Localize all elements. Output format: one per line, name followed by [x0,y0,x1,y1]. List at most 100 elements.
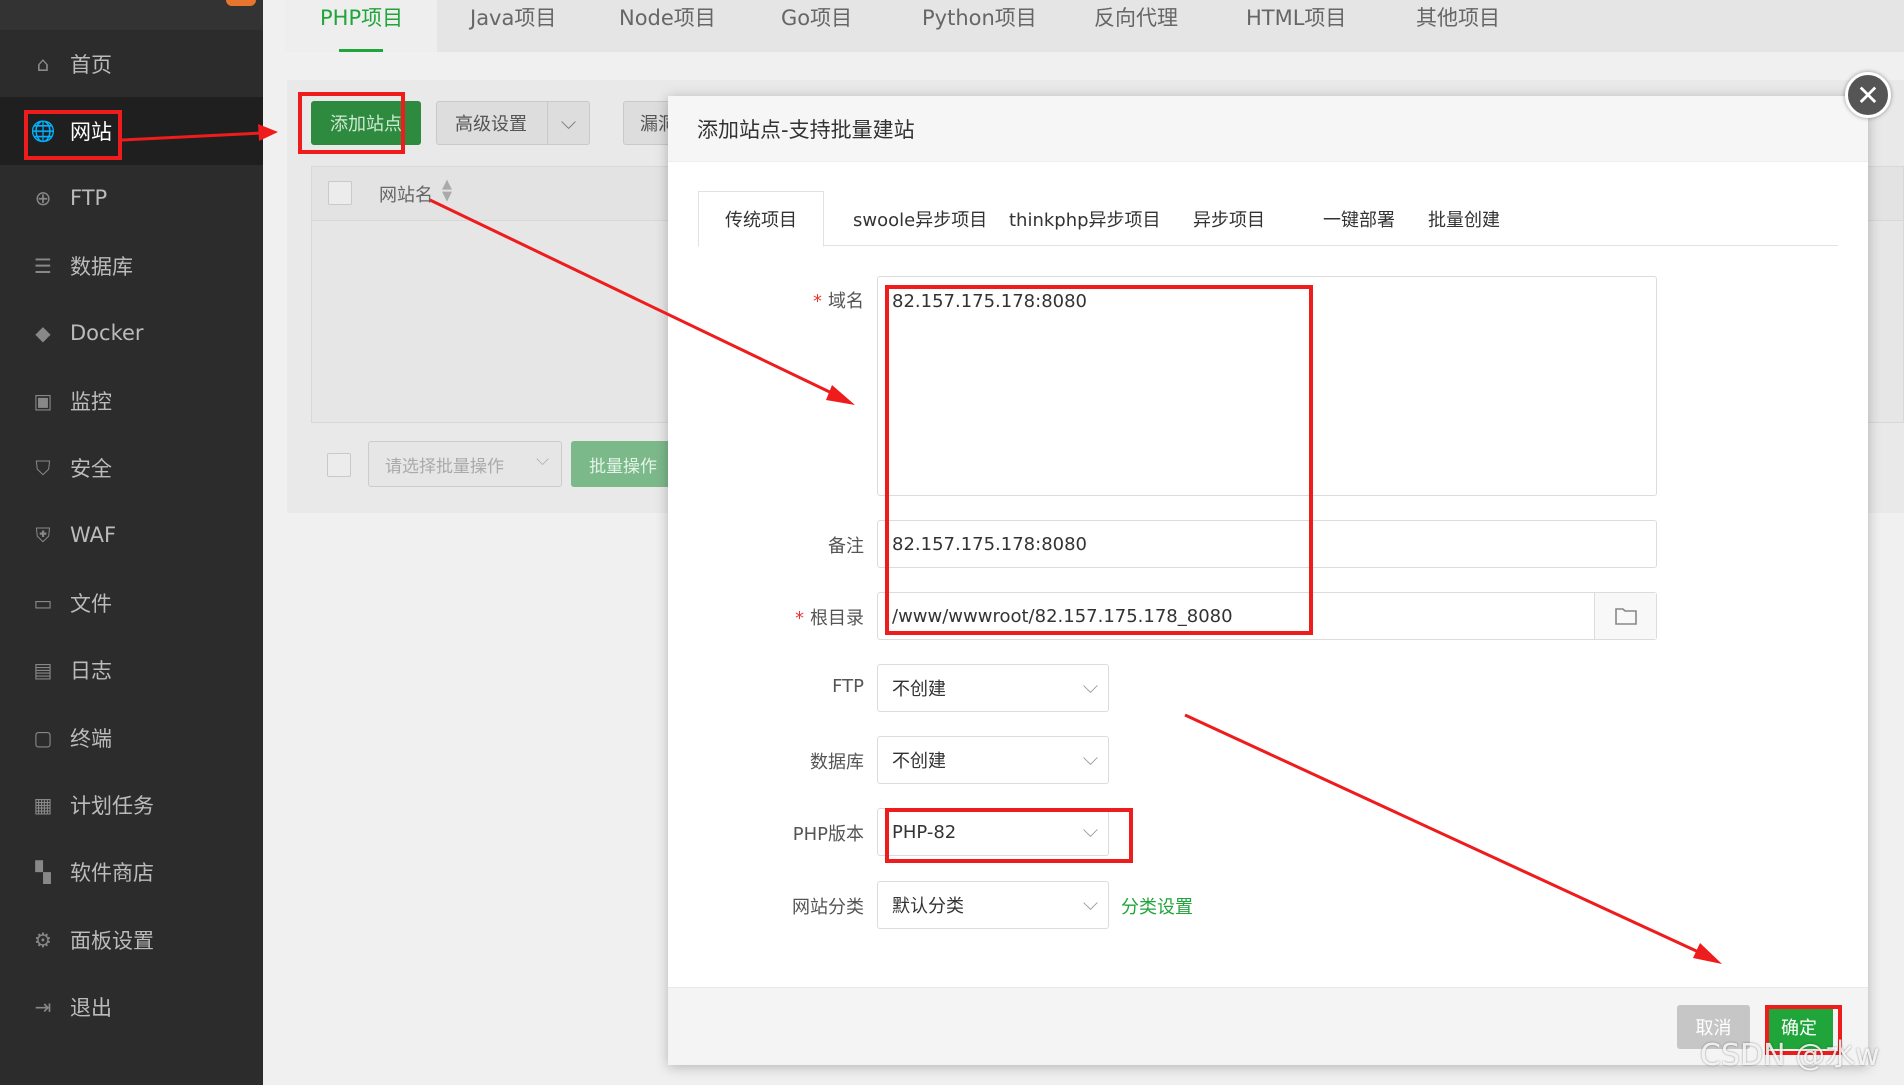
tab-label: PHP项目 [320,6,404,30]
shield-icon: ⛉ [35,456,51,481]
sidebar-item-label: 计划任务 [70,793,154,818]
sidebar-item-apps[interactable]: ▚ 软件商店 [0,839,263,906]
dialog-tab-4[interactable]: 一键部署 [1323,191,1395,246]
ftp-label: FTP [832,676,864,697]
domain-label: * 域名 [813,291,864,312]
home-icon: ⌂ [36,51,50,76]
sidebar-item-logout[interactable]: ⇥ 退出 [0,973,263,1040]
ftp-select[interactable]: 不创建 ⌵ [877,664,1109,712]
sidebar-menu: ⌂ 首页 🌐 网站 ⊕ FTP ☰ 数据库 ◆ Docker ▣ 监控 ⛉ 安全 ⛨ WAF ▭ 文件 ▤ 日志 ▢ 终端… [0,30,263,1041]
sidebar-item-label: 安全 [70,457,112,482]
database-value: 不创建 [892,751,946,772]
apps-icon: ▚ [35,860,51,885]
logout-icon: ⇥ [34,995,52,1020]
sidebar-item-label: 文件 [70,591,112,616]
sidebar-item-label: FTP [70,186,108,211]
tab-6[interactable]: HTML项目 [1246,0,1346,52]
chevron-down-icon: ⌵ [1082,674,1098,698]
tab-label: Python项目 [922,6,1037,30]
docker-icon: ◆ [35,321,51,346]
sidebar-item-label: 首页 [70,52,112,77]
advanced-settings-dropdown[interactable]: 高级设置 ⌵ [436,101,590,145]
monitor-icon: ▣ [33,388,53,413]
sidebar-item-shield[interactable]: ⛉ 安全 [0,434,263,501]
dialog-tab-5[interactable]: 批量创建 [1428,191,1500,246]
category-value: 默认分类 [892,896,964,917]
root-dir-label: * 根目录 [795,608,864,629]
close-icon[interactable]: ✕ [1845,72,1891,118]
sidebar-item-ftp[interactable]: ⊕ FTP [0,165,263,232]
annotation-box-fields [885,285,1313,635]
folder-icon: ▭ [33,590,53,615]
vulnerability-scan-button[interactable]: 漏洞扫描 [623,101,673,145]
dialog-tab-0[interactable]: 传统项目 [698,191,824,247]
tab-2[interactable]: Node项目 [619,0,716,52]
dialog-footer: 取消 确定 [668,987,1868,1065]
tab-7[interactable]: 其他项目 [1416,0,1500,52]
dialog-tabs: 传统项目 swoole异步项目 thinkphp异步项目 异步项目 一键部署 批量创建 [698,191,1838,247]
sidebar-item-label: WAF [70,523,117,548]
bulk-select-checkbox[interactable] [327,453,351,477]
dialog-tab-2[interactable]: thinkphp异步项目 [1009,191,1161,246]
dialog-tab-3[interactable]: 异步项目 [1193,191,1265,246]
folder-icon[interactable] [1594,593,1656,639]
chevron-down-icon: ⌵ [561,110,577,134]
sidebar-item-calendar[interactable]: ▦ 计划任务 [0,771,263,838]
tab-label: Java项目 [470,6,557,30]
chevron-down-icon: ⌵ [1082,746,1098,770]
sidebar-item-docker[interactable]: ◆ Docker [0,300,263,367]
sidebar-item-label: 数据库 [70,254,133,279]
annotation-box-website [24,110,122,160]
bulk-action-placeholder: 请选择批量操作 [385,456,504,477]
chevron-down-icon: ⌵ [1082,891,1098,915]
tab-5[interactable]: 反向代理 [1094,0,1178,52]
database-label: 数据库 [810,752,864,773]
category-select[interactable]: 默认分类 ⌵ [877,881,1109,929]
sidebar-item-folder[interactable]: ▭ 文件 [0,569,263,636]
dialog-tab-1[interactable]: swoole异步项目 [853,191,987,246]
sidebar-item-label: 面板设置 [70,928,154,953]
sidebar-item-label: 监控 [70,389,112,414]
sidebar-item-terminal[interactable]: ▢ 终端 [0,704,263,771]
sidebar-item-label: 终端 [70,726,112,751]
tab-label: Go项目 [781,6,853,30]
tab-label: Node项目 [619,6,716,30]
database-icon: ☰ [34,253,52,278]
logo-badge [226,0,256,6]
tab-1[interactable]: Java项目 [470,0,556,52]
waf-icon: ⛨ [35,523,51,548]
ftp-value: 不创建 [892,679,946,700]
sidebar-item-waf[interactable]: ⛨ WAF [0,502,263,569]
bulk-action-button[interactable]: 批量操作 [571,441,671,487]
advanced-settings-label: 高级设置 [455,114,527,135]
category-settings-link[interactable]: 分类设置 [1121,893,1193,919]
sidebar-item-home[interactable]: ⌂ 首页 [0,30,263,97]
select-all-checkbox[interactable] [328,181,352,205]
bulk-action-select[interactable]: 请选择批量操作 ⌵ [368,441,562,487]
sidebar-item-gear[interactable]: ⚙ 面板设置 [0,906,263,973]
sidebar-item-label: Docker [70,321,144,346]
sidebar-item-label: 退出 [70,996,112,1021]
column-site-name[interactable]: 网站名 [379,181,433,207]
tab-3[interactable]: Go项目 [781,0,852,52]
database-select[interactable]: 不创建 ⌵ [877,736,1109,784]
tab-0[interactable]: PHP项目 [285,0,437,52]
sort-icon[interactable]: ▲ ▼ [442,178,452,203]
tab-4[interactable]: Python项目 [922,0,1037,52]
log-icon: ▤ [33,658,53,683]
project-type-tabs: PHP项目 Java项目 Node项目 Go项目 Python项目 反向代理 HTML项目 其… [285,0,1904,52]
sidebar-item-database[interactable]: ☰ 数据库 [0,232,263,299]
dialog-title: 添加站点-支持批量建站 [668,96,1868,162]
gear-icon: ⚙ [34,927,52,952]
calendar-icon: ▦ [33,792,53,817]
tab-label: 反向代理 [1094,6,1178,30]
ftp-icon: ⊕ [34,186,52,211]
annotation-box-add-site [298,92,405,154]
terminal-icon: ▢ [33,725,53,750]
php-version-label: PHP版本 [792,824,864,845]
sidebar-item-monitor[interactable]: ▣ 监控 [0,367,263,434]
tab-label: 其他项目 [1416,6,1500,30]
sidebar-header [0,0,263,30]
sidebar-item-log[interactable]: ▤ 日志 [0,637,263,704]
watermark: CSDN @水w [1700,1038,1880,1073]
